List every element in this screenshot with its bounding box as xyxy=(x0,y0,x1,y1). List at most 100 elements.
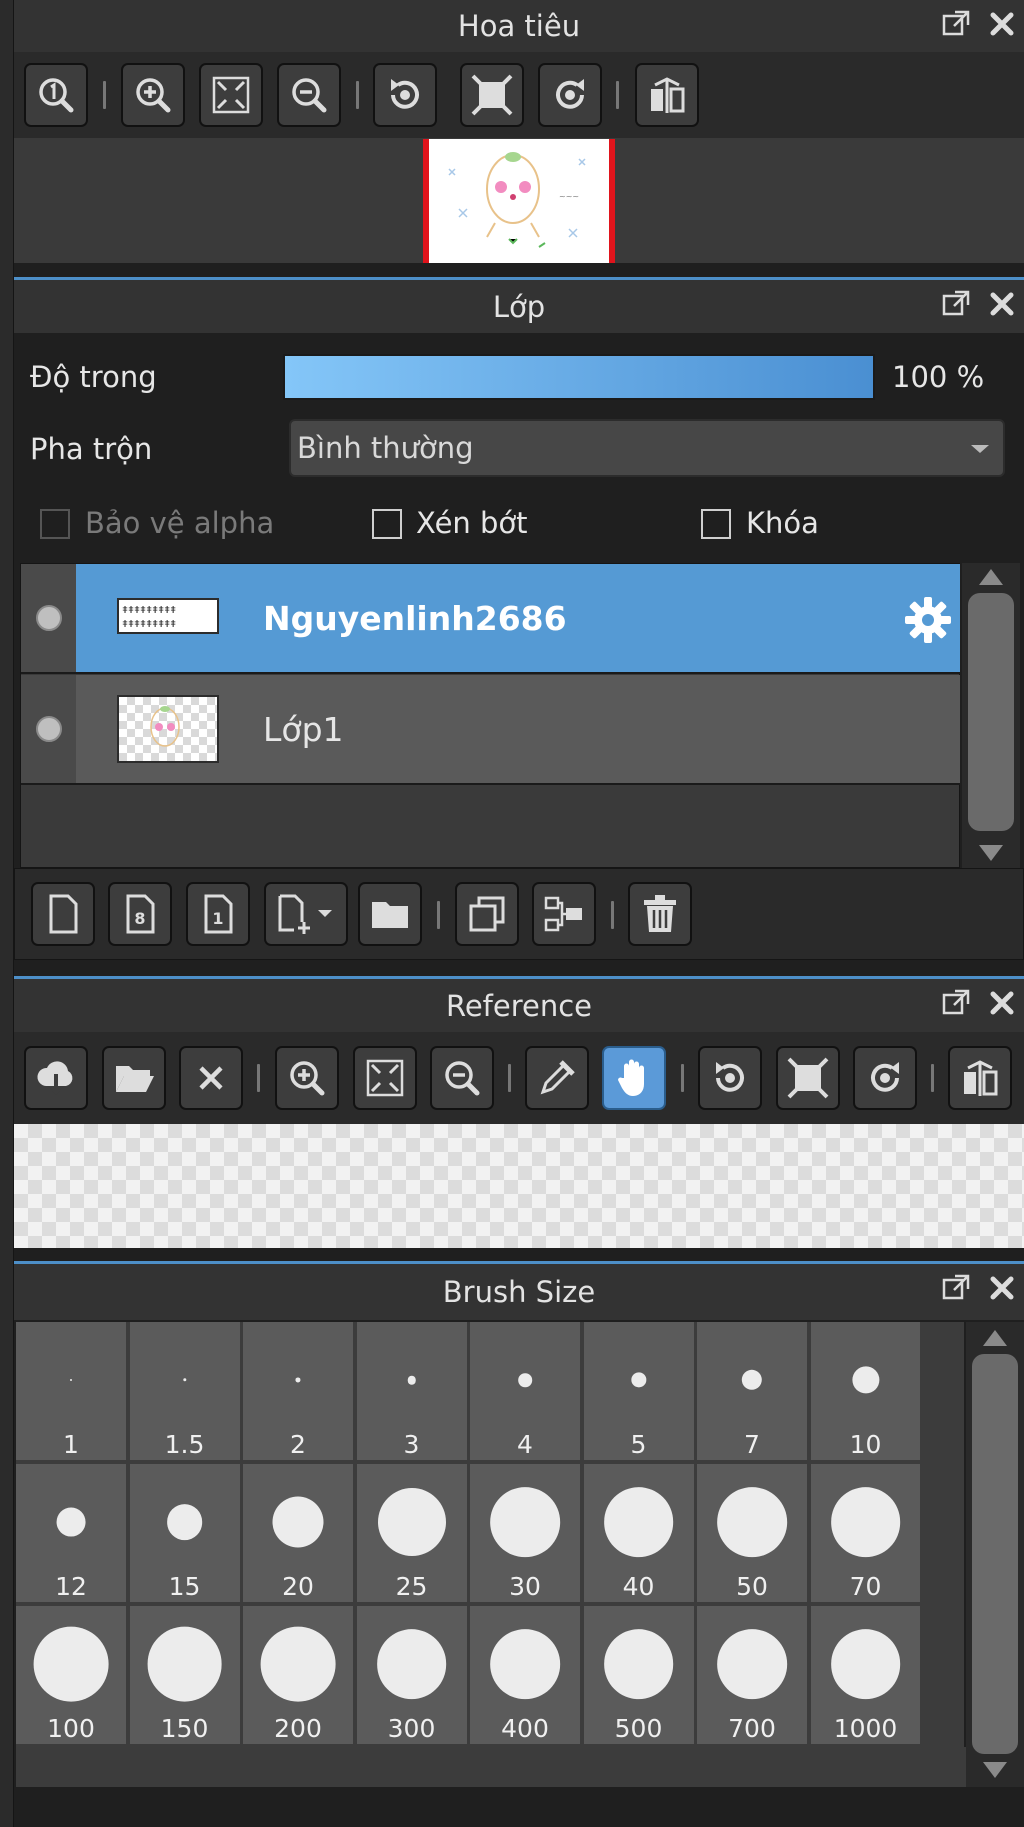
popout-icon[interactable] xyxy=(938,1270,974,1306)
brush-preview-dot xyxy=(851,1366,880,1394)
rotate-right-icon[interactable] xyxy=(538,63,602,127)
brush-size-cell[interactable]: 100 xyxy=(16,1606,126,1744)
new-layer-icon[interactable] xyxy=(31,882,95,946)
brush-preview-dot xyxy=(70,1379,72,1381)
popout-icon[interactable] xyxy=(938,985,974,1021)
scroll-down-icon[interactable] xyxy=(979,845,1003,861)
brush-size-cell[interactable]: 150 xyxy=(129,1606,240,1744)
brush-size-cell[interactable]: 12 xyxy=(16,1464,126,1602)
brush-size-label: 700 xyxy=(728,1714,776,1743)
close-icon[interactable] xyxy=(984,1270,1020,1306)
brush-size-cell[interactable]: 15 xyxy=(129,1464,240,1602)
brush-size-cell[interactable]: 2 xyxy=(243,1322,353,1460)
brush-size-label: 10 xyxy=(849,1430,882,1459)
brush-size-cell[interactable]: 400 xyxy=(470,1606,580,1744)
new-8bit-layer-icon[interactable]: 8 xyxy=(108,882,172,946)
brush-size-cell[interactable]: 10 xyxy=(810,1322,921,1460)
brush-size-cell[interactable]: 70 xyxy=(810,1464,921,1602)
add-layer-dropdown-icon[interactable] xyxy=(264,882,348,946)
scroll-up-icon[interactable] xyxy=(983,1330,1007,1346)
brush-size-cell[interactable]: 40 xyxy=(583,1464,694,1602)
opacity-slider[interactable] xyxy=(283,354,875,400)
brush-size-cell[interactable]: 500 xyxy=(583,1606,694,1744)
brush-size-cell[interactable]: 1 xyxy=(16,1322,126,1460)
scroll-down-icon[interactable] xyxy=(983,1762,1007,1778)
brush-size-cell[interactable]: 25 xyxy=(356,1464,467,1602)
brush-size-cell[interactable]: 700 xyxy=(697,1606,807,1744)
folder-icon[interactable] xyxy=(358,882,422,946)
brush-size-cell[interactable]: 7 xyxy=(697,1322,807,1460)
layer-row[interactable]: Lớp1 xyxy=(21,675,960,785)
visibility-toggle[interactable] xyxy=(21,675,76,783)
brush-preview-dot xyxy=(603,1487,674,1557)
svg-text:8: 8 xyxy=(134,909,145,928)
clear-icon[interactable] xyxy=(179,1046,243,1110)
reset-view-icon[interactable] xyxy=(460,63,524,127)
cloud-download-icon[interactable] xyxy=(24,1046,88,1110)
brush-size-cell[interactable]: 30 xyxy=(470,1464,580,1602)
separator xyxy=(681,1064,684,1092)
brush-size-cell[interactable]: 50 xyxy=(697,1464,807,1602)
visibility-toggle[interactable] xyxy=(21,564,76,672)
brush-preview-dot xyxy=(272,1496,324,1548)
brush-size-label: 300 xyxy=(387,1714,436,1743)
hand-tool-icon[interactable] xyxy=(602,1046,666,1110)
reference-title: Reference xyxy=(445,988,593,1023)
scroll-thumb[interactable] xyxy=(972,1354,1018,1754)
layer-scrollbar[interactable] xyxy=(962,563,1020,868)
visibility-dot-icon xyxy=(35,605,62,631)
reference-canvas[interactable] xyxy=(14,1124,1024,1248)
brush-size-grid: 1 1.5 2 3 4 5 7 10 12 15 20 25 30 40 50 70 100 150 200 300 4… xyxy=(16,1322,921,1747)
scroll-thumb[interactable] xyxy=(968,593,1014,831)
clipping-checkbox[interactable] xyxy=(372,509,402,539)
brush-size-cell[interactable]: 200 xyxy=(243,1606,353,1744)
brush-size-cell[interactable]: 1000 xyxy=(810,1606,921,1744)
brush-grid-footer xyxy=(16,1747,966,1787)
reset-view-icon[interactable] xyxy=(776,1046,840,1110)
brush-grid-padding xyxy=(920,1322,964,1787)
fit-screen-icon[interactable] xyxy=(353,1046,417,1110)
canvas-thumbnail[interactable]: ~~~ xyxy=(423,139,615,263)
reference-toolbar xyxy=(14,1032,1024,1124)
brush-preview-dot xyxy=(147,1626,222,1702)
brush-size-cell[interactable]: 4 xyxy=(470,1322,580,1460)
flip-icon[interactable] xyxy=(635,63,699,127)
zoom-in-icon[interactable] xyxy=(121,63,185,127)
brush-size-cell[interactable]: 3 xyxy=(356,1322,467,1460)
gear-icon[interactable] xyxy=(902,594,954,646)
delete-layer-icon[interactable] xyxy=(628,882,692,946)
popout-icon[interactable] xyxy=(938,286,974,322)
layer-row[interactable]: ǂǂǂǂǂǂǂǂǂ ǂǂǂǂǂǂǂǂǂ Nguyenlinh2686 xyxy=(21,564,960,674)
brush-preview-dot xyxy=(376,1629,447,1699)
fit-screen-icon[interactable] xyxy=(199,63,263,127)
layer-list: ǂǂǂǂǂǂǂǂǂ ǂǂǂǂǂǂǂǂǂ Nguyenlinh2686 Lớp1 xyxy=(20,563,960,868)
scroll-up-icon[interactable] xyxy=(979,569,1003,585)
lock-checkbox[interactable] xyxy=(701,509,731,539)
open-folder-icon[interactable] xyxy=(102,1046,166,1110)
brush-size-cell[interactable]: 20 xyxy=(243,1464,353,1602)
close-icon[interactable] xyxy=(984,6,1020,42)
rotate-left-icon[interactable] xyxy=(373,63,437,127)
rotate-left-icon[interactable] xyxy=(698,1046,762,1110)
brush-size-cell[interactable]: 1.5 xyxy=(129,1322,240,1460)
zoom-out-icon[interactable] xyxy=(277,63,341,127)
eyedropper-icon[interactable] xyxy=(525,1046,589,1110)
zoom-in-icon[interactable] xyxy=(275,1046,339,1110)
blend-mode-select[interactable]: Bình thường xyxy=(289,419,1005,477)
brush-scrollbar[interactable] xyxy=(966,1322,1024,1787)
brush-size-cell[interactable]: 300 xyxy=(356,1606,467,1744)
popout-icon[interactable] xyxy=(938,6,974,42)
rotate-right-icon[interactable] xyxy=(853,1046,917,1110)
protect-alpha-checkbox[interactable] xyxy=(40,509,70,539)
close-icon[interactable] xyxy=(984,985,1020,1021)
duplicate-layer-icon[interactable] xyxy=(455,882,519,946)
merge-down-icon[interactable] xyxy=(532,882,596,946)
brush-size-cell[interactable]: 5 xyxy=(583,1322,694,1460)
layer-thumbnail xyxy=(117,695,219,763)
zoom-out-icon[interactable] xyxy=(430,1046,494,1110)
close-icon[interactable] xyxy=(984,286,1020,322)
actual-size-icon[interactable] xyxy=(24,63,88,127)
flip-icon[interactable] xyxy=(948,1046,1012,1110)
separator xyxy=(356,81,359,109)
new-1bit-layer-icon[interactable]: 1 xyxy=(186,882,250,946)
